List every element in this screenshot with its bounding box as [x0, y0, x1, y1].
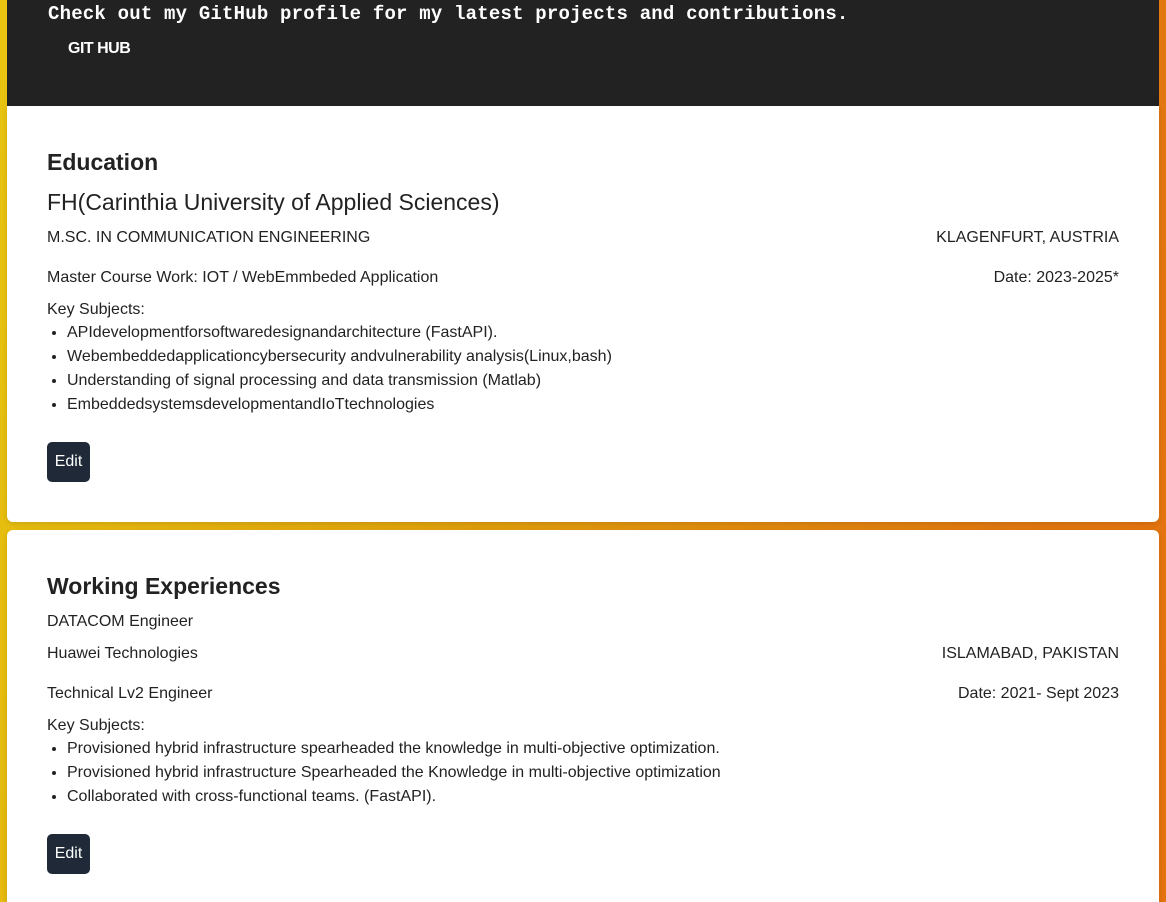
- list-item: Provisioned hybrid infrastructure spearh…: [67, 737, 721, 761]
- work-subjects-list: Provisioned hybrid infrastructure spearh…: [47, 737, 721, 809]
- github-link[interactable]: GIT HUB: [68, 40, 131, 58]
- education-subjects-list: APIdevelopmentforsoftwaredesignandarchit…: [47, 321, 612, 417]
- list-item: Webembeddedapplicationcybersecurity andv…: [67, 345, 612, 369]
- header-banner: Check out my GitHub profile for my lates…: [7, 0, 1159, 106]
- work-title: Working Experiences: [47, 573, 281, 599]
- edit-education-button[interactable]: Edit: [47, 442, 90, 482]
- list-item: Understanding of signal processing and d…: [67, 369, 612, 393]
- key-subjects-label: Key Subjects:: [47, 301, 145, 318]
- list-item: Collaborated with cross-functional teams…: [67, 785, 721, 809]
- company-name: Huawei Technologies: [47, 645, 198, 662]
- work-date: Date: 2021- Sept 2023: [957, 685, 1119, 702]
- list-item: Provisioned hybrid infrastructure Spearh…: [67, 761, 721, 785]
- work-location: ISLAMABAD, PAKISTAN: [941, 645, 1119, 662]
- education-title: Education: [47, 149, 159, 175]
- job-position: Technical Lv2 Engineer: [47, 685, 213, 702]
- edit-work-button[interactable]: Edit: [47, 834, 90, 874]
- key-subjects-label: Key Subjects:: [47, 717, 145, 734]
- education-date: Date: 2023-2025*: [993, 269, 1119, 286]
- work-experience-card: Working Experiences DATACOM Engineer Hua…: [7, 530, 1159, 902]
- coursework-label: Master Course Work: IOT / WebEmmbeded Ap…: [47, 269, 439, 286]
- job-role: DATACOM Engineer: [47, 613, 194, 630]
- institution-name: FH(Carinthia University of Applied Scien…: [47, 189, 500, 215]
- education-card: Education FH(Carinthia University of App…: [7, 106, 1159, 522]
- list-item: EmbeddedsystemsdevelopmentandIoTtechnolo…: [67, 393, 612, 417]
- education-location: KLAGENFURT, AUSTRIA: [936, 229, 1119, 246]
- github-tagline: Check out my GitHub profile for my lates…: [48, 3, 849, 25]
- list-item: APIdevelopmentforsoftwaredesignandarchit…: [67, 321, 612, 345]
- degree-label: M.SC. IN COMMUNICATION ENGINEERING: [47, 229, 371, 246]
